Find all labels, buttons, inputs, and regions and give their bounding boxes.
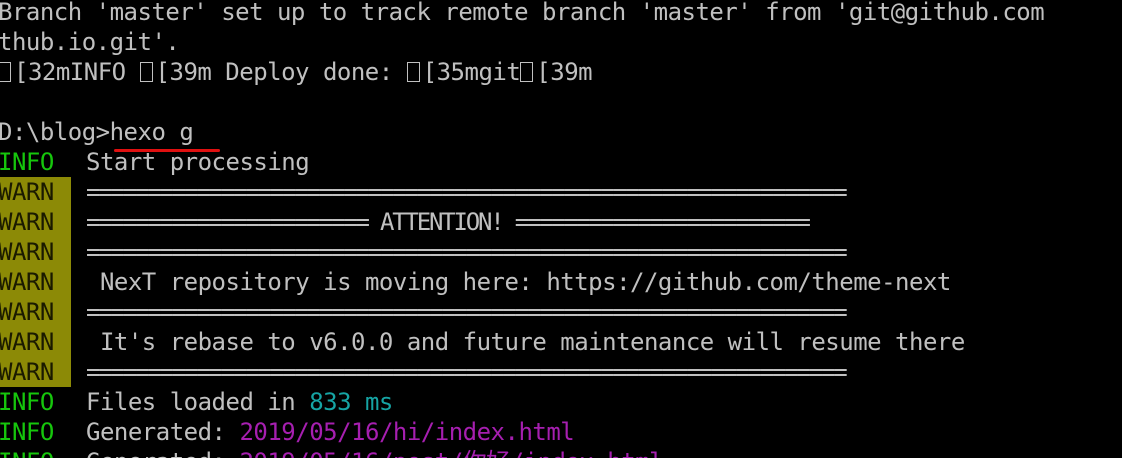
terminal-window[interactable]: Branch 'master' set up to track remote b… xyxy=(0,0,1122,458)
log-level-info: INFO xyxy=(0,418,54,446)
log-line: INFO Generated: 2019/05/16/hi/index.html xyxy=(0,418,575,446)
log-level-warn: WARN xyxy=(0,297,71,327)
log-level-warn: WARN xyxy=(0,177,71,207)
log-level-info: INFO xyxy=(0,148,54,176)
load-time-value: 833 ms xyxy=(309,388,393,416)
generated-path: 2019/05/16/hi/index.html xyxy=(239,418,575,446)
log-line: WARN ====================================… xyxy=(0,297,848,327)
control-char-glyph xyxy=(0,62,11,82)
log-level-info: INFO xyxy=(0,447,71,458)
log-line: WARN ======================= ATTENTION! =… xyxy=(0,207,811,237)
log-level-warn: WARN xyxy=(0,357,71,387)
log-line: WARN ====================================… xyxy=(0,237,848,267)
generated-path: 2019/05/16/post/你好/index.html xyxy=(239,448,663,458)
prompt-path: D:\blog> xyxy=(0,118,110,146)
log-level-info: INFO xyxy=(0,388,54,416)
log-level-warn: WARN xyxy=(0,207,71,237)
log-line: WARN NexT repository is moving here: htt… xyxy=(0,267,951,297)
control-char-glyph xyxy=(406,62,420,82)
control-char-glyph xyxy=(520,62,534,82)
output-line: [32mINFO [39m Deploy done: [35mgit [39m xyxy=(0,57,593,87)
log-line: INFOGenerated: 2019/05/16/post/你好/index.… xyxy=(0,447,664,458)
log-line: WARN ====================================… xyxy=(0,177,848,207)
log-level-warn: WARN xyxy=(0,267,71,297)
log-line: INFO Files loaded in 833 ms xyxy=(0,388,393,416)
output-line: thub.io.git'. xyxy=(0,28,180,56)
output-line: Branch 'master' set up to track remote b… xyxy=(0,0,1045,26)
log-level-warn: WARN xyxy=(0,327,71,357)
log-line: WARN It's rebase to v6.0.0 and future ma… xyxy=(0,327,965,357)
prompt-line: D:\blog>hexo g xyxy=(0,117,194,147)
log-line: WARN ====================================… xyxy=(0,357,848,387)
log-line: INFO Start processing xyxy=(0,148,310,176)
control-char-glyph xyxy=(139,62,153,82)
typed-command: hexo g xyxy=(109,118,194,146)
log-level-warn: WARN xyxy=(0,237,71,267)
